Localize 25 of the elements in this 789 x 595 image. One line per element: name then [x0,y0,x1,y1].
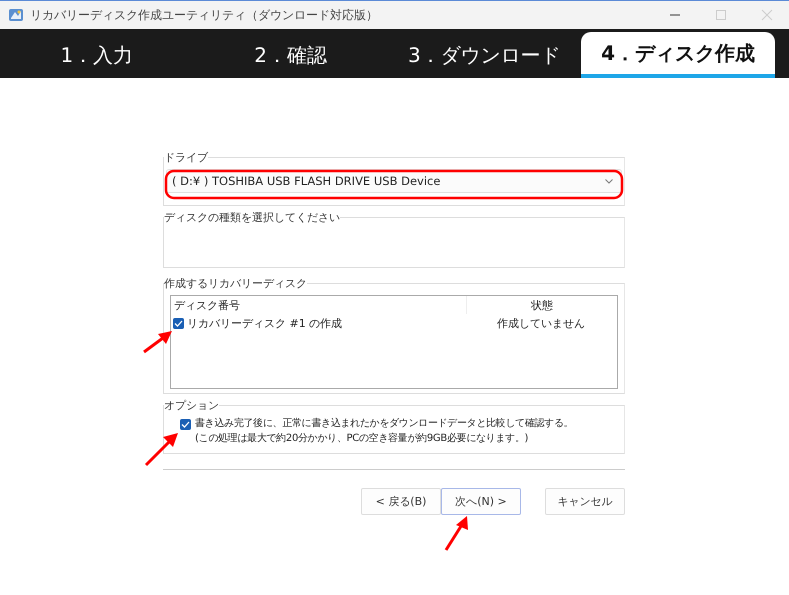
status-cell-text: 作成していません [496,316,586,330]
annotation-arrow [444,516,468,551]
group-label: ディスクの種類を選択してください [164,210,340,225]
option-label: 書き込み完了後に、正常に書き込まれたかをダウンロードデータと比較して確認する。 [195,416,574,431]
disk-name: リカバリーディスク #1 の作成 [187,316,342,330]
checkbox[interactable] [173,318,184,328]
step-tab[interactable]: 1．入力 [0,32,194,78]
app-icon [8,7,24,23]
option-note: (この処理は最大で約20分かかり、PCの空き容量が約9GB必要になります。) [195,432,530,446]
annotation-arrow [143,331,172,354]
step-tab[interactable]: 4．ディスク作成 [581,32,775,78]
column-header: 状態 [530,298,554,312]
step-tab[interactable]: 3．ダウンロード [388,32,582,78]
dialog-button[interactable]: < 戻る(B) [361,488,441,515]
group-label: 作成するリカバリーディスク [164,276,307,291]
annotation-arrow [144,433,178,466]
group-label: ドライブ [164,150,208,165]
dialog-button[interactable]: キャンセル [545,488,625,515]
column-header: ディスク番号 [171,296,467,314]
window-title: リカバリーディスク作成ユーティリティ（ダウンロード対応版） [30,6,378,24]
chevron-down-icon [605,178,613,184]
checkbox[interactable] [180,419,191,430]
group-label: オプション [164,398,219,413]
step-tab[interactable]: 2．確認 [194,32,388,78]
dialog-button[interactable]: 次へ(N) > [441,488,521,515]
